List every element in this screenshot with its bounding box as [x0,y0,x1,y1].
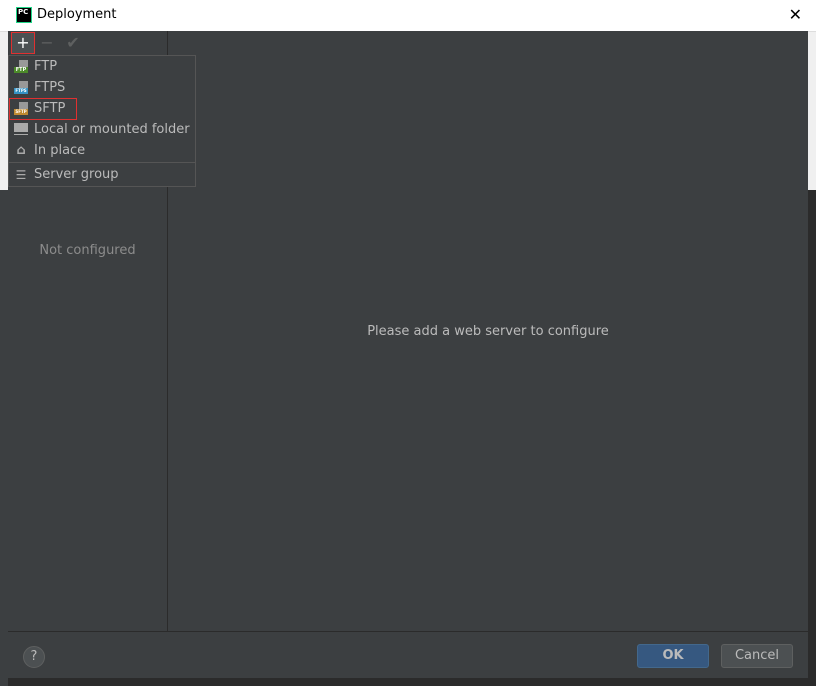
close-icon[interactable]: ✕ [789,5,802,24]
empty-message: Please add a web server to configure [367,324,609,339]
background-app-left [0,190,8,686]
server-group-icon: ☰ [15,168,27,182]
menu-item-local-folder[interactable]: Local or mounted folder [9,120,195,140]
toolbar: + − ✔ [8,31,167,55]
remove-server-button[interactable]: − [36,33,58,53]
add-server-button[interactable]: + [11,32,35,54]
folder-network-icon [14,123,28,137]
help-button[interactable]: ? [23,646,45,668]
ok-button[interactable]: OK [637,644,709,668]
set-default-button[interactable]: ✔ [62,33,84,53]
not-configured-text: Not configured [39,243,136,258]
add-server-menu: FTP FTP FTPS FTPS SFTP SFTP Local or mou… [8,55,196,187]
title-bar: PC Deployment ✕ [0,0,816,32]
menu-separator [9,162,195,163]
ftps-icon: FTPS [14,81,28,95]
window-title: Deployment [37,7,117,22]
home-icon: ⌂ [16,143,26,158]
sftp-highlight-box [9,98,77,120]
pycharm-logo-icon: PC [16,7,32,23]
cancel-button[interactable]: Cancel [721,644,793,668]
menu-item-server-group[interactable]: ☰ Server group [9,165,195,185]
menu-item-ftps[interactable]: FTPS FTPS [9,78,195,98]
menu-item-in-place[interactable]: ⌂ In place [9,141,195,161]
menu-item-ftp[interactable]: FTP FTP [9,57,195,77]
ftp-icon: FTP [14,60,28,74]
dialog-footer: ? OK Cancel [8,631,808,679]
